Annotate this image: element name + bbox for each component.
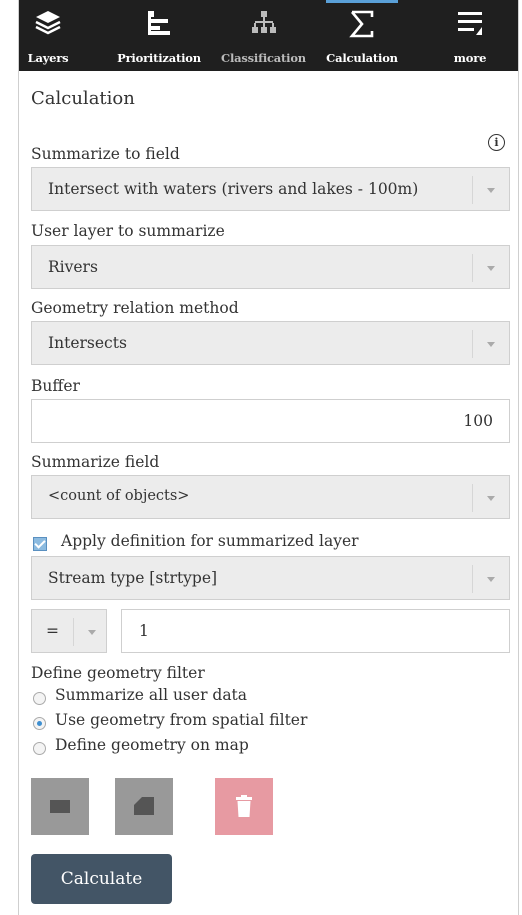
radio-label: Use geometry from spatial filter bbox=[55, 711, 308, 729]
tab-classification[interactable]: Classification bbox=[211, 0, 316, 71]
user-layer-select[interactable]: Rivers bbox=[31, 245, 510, 289]
chevron-down-icon[interactable] bbox=[472, 565, 509, 593]
classification-icon bbox=[250, 9, 278, 41]
operator-select[interactable]: = bbox=[31, 609, 107, 653]
geometry-relation-select[interactable]: Intersects bbox=[31, 321, 510, 365]
summarize-to-field-label: Summarize to field bbox=[31, 145, 180, 163]
summarize-field-label: Summarize field bbox=[31, 453, 160, 471]
draw-polygon-button[interactable] bbox=[115, 778, 173, 835]
summarize-field-select[interactable]: <count of objects> bbox=[31, 475, 510, 519]
rectangle-icon bbox=[50, 800, 70, 813]
select-value: <count of objects> bbox=[48, 488, 190, 504]
trash-icon bbox=[236, 795, 252, 821]
select-value: = bbox=[46, 622, 59, 640]
definition-field-select[interactable]: Stream type [strtype] bbox=[31, 556, 510, 600]
tab-label: Calculation bbox=[326, 51, 398, 65]
radio-define-on-map[interactable] bbox=[33, 742, 46, 755]
buffer-input[interactable]: 100 bbox=[31, 399, 510, 443]
apply-definition-checkbox[interactable] bbox=[33, 537, 47, 551]
radio-summarize-all[interactable] bbox=[33, 692, 46, 705]
sigma-icon bbox=[349, 9, 375, 43]
layers-icon bbox=[35, 9, 61, 41]
geometry-relation-label: Geometry relation method bbox=[31, 299, 239, 317]
tab-label: more bbox=[453, 51, 487, 65]
polygon-icon bbox=[134, 797, 154, 819]
chevron-down-icon[interactable] bbox=[472, 254, 509, 282]
tab-label: Layers bbox=[27, 51, 69, 65]
tab-label: Classification bbox=[221, 51, 306, 65]
select-value: Intersects bbox=[48, 334, 127, 352]
tab-more[interactable]: more bbox=[432, 0, 508, 71]
input-value: 1 bbox=[139, 622, 149, 640]
chevron-down-icon[interactable] bbox=[472, 330, 509, 358]
select-value: Rivers bbox=[48, 258, 98, 276]
buffer-label: Buffer bbox=[31, 377, 80, 395]
chevron-down-icon[interactable] bbox=[73, 618, 106, 646]
tab-calculation[interactable]: Calculation bbox=[316, 0, 408, 71]
summarize-to-field-select[interactable]: Intersect with waters (rivers and lakes … bbox=[31, 167, 510, 211]
toolbar: Layers Prioritization Classification Cal… bbox=[19, 0, 518, 71]
tab-layers[interactable]: Layers bbox=[19, 0, 77, 71]
input-value: 100 bbox=[463, 412, 493, 430]
definition-value-input[interactable]: 1 bbox=[121, 609, 510, 653]
info-icon[interactable]: i bbox=[488, 134, 505, 151]
user-layer-label: User layer to summarize bbox=[31, 222, 225, 240]
apply-definition-label: Apply definition for summarized layer bbox=[61, 532, 359, 550]
panel-title: Calculation bbox=[31, 88, 135, 109]
prioritization-icon bbox=[145, 9, 173, 41]
chevron-down-icon[interactable] bbox=[472, 484, 509, 512]
radio-label: Summarize all user data bbox=[55, 686, 248, 704]
more-icon bbox=[456, 9, 484, 43]
tab-label: Prioritization bbox=[117, 51, 201, 65]
delete-geometry-button[interactable] bbox=[215, 778, 273, 835]
radio-label: Define geometry on map bbox=[55, 736, 249, 754]
radio-spatial-filter[interactable] bbox=[33, 717, 46, 730]
select-value: Intersect with waters (rivers and lakes … bbox=[48, 180, 419, 198]
draw-rectangle-button[interactable] bbox=[31, 778, 89, 835]
select-value: Stream type [strtype] bbox=[48, 569, 218, 587]
chevron-down-icon[interactable] bbox=[472, 176, 509, 204]
calculate-button[interactable]: Calculate bbox=[31, 854, 172, 904]
geometry-filter-label: Define geometry filter bbox=[31, 664, 205, 682]
tab-prioritization[interactable]: Prioritization bbox=[107, 0, 211, 71]
side-panel: Layers Prioritization Classification Cal… bbox=[18, 0, 519, 915]
